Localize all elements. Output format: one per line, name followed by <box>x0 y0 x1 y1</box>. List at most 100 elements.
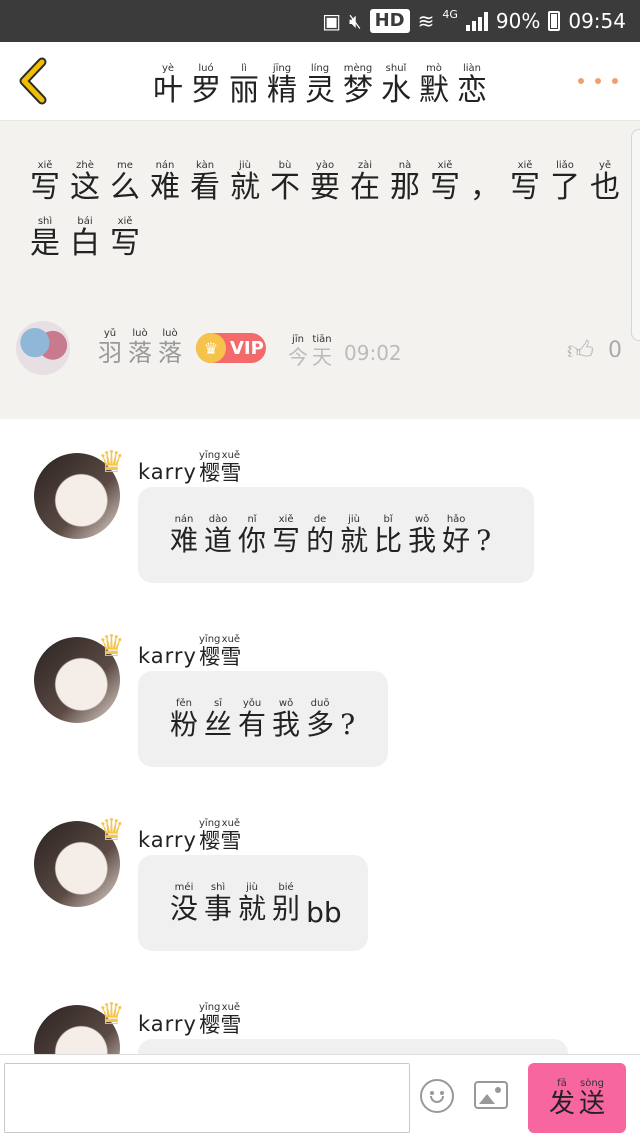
hanzi: 恋 <box>457 73 487 108</box>
hanzi: 不 <box>270 170 300 205</box>
image-icon[interactable] <box>474 1081 508 1109</box>
hanzi: 樱 <box>199 829 221 853</box>
hanzi: 就 <box>340 524 369 557</box>
status-bar: ▣ 🔇︎ HD ≋ 4G 90% 09:54 <box>0 0 640 42</box>
hanzi: 羽 <box>98 339 122 367</box>
ruby-char: jiù 就 <box>238 883 266 923</box>
hanzi: 梦 <box>343 73 373 108</box>
like-count: 0 <box>608 338 622 363</box>
commenter-name-latin: karry <box>138 1012 197 1036</box>
smiley-icon[interactable] <box>420 1079 454 1113</box>
hanzi: ， <box>470 170 500 205</box>
ruby-char: jīng 精 <box>267 64 297 106</box>
ruby-char: nǐ 你 <box>238 515 266 555</box>
commenter-name-latin: karry <box>138 460 197 484</box>
ruby-char: yīng 樱 <box>199 819 220 852</box>
hanzi: 多 <box>306 708 335 741</box>
ruby-char: jiù 就 <box>340 515 368 555</box>
ruby-char: xiě 写 <box>430 161 460 203</box>
page-title: yè 叶 luó 罗 lì 丽 jīng 精 líng 灵 mèng 梦 shuǐ 水 mò 默 liàn 恋 <box>100 42 540 120</box>
scrollbar[interactable] <box>631 129 640 341</box>
post-body: xiě 写 zhè 这 me 么 nán 难 kàn 看 jiù 就 bù 不 yào 要 zài 在 nà 那 xiě… <box>30 161 620 259</box>
hanzi: 丝 <box>204 708 233 741</box>
ruby-char: xiě 写 <box>30 161 60 203</box>
author-name[interactable]: yǔ 羽 luò 落 luò 落 <box>98 329 182 367</box>
ruby-char: bié 别 <box>272 883 300 923</box>
ruby-char: xuě 雪 <box>220 819 241 852</box>
ruby-char: me 么 <box>110 161 140 203</box>
hanzi: 好 <box>442 524 471 557</box>
hanzi: 叶 <box>153 73 183 108</box>
ruby-char: kàn 看 <box>190 161 220 203</box>
commenter-name-hanzi: yīng 樱 xuě 雪 <box>199 819 241 852</box>
hanzi: 写 <box>272 524 301 557</box>
more-dot <box>595 78 601 84</box>
hanzi: 落 <box>158 339 182 367</box>
crown-icon: ♛ <box>196 333 226 363</box>
send-button[interactable]: fā 发 sòng 送 <box>528 1063 626 1133</box>
hanzi: 了 <box>550 170 580 205</box>
commenter-name[interactable]: karry yīng 樱 xuě 雪 <box>138 451 241 485</box>
hanzi: 今 <box>288 345 308 369</box>
hanzi: 雪 <box>220 829 242 853</box>
hanzi: 罗 <box>191 73 221 108</box>
commenter-name-latin: karry <box>138 644 197 668</box>
ruby-char: zài 在 <box>350 161 380 203</box>
hanzi: 灵 <box>305 73 335 108</box>
hanzi: 樱 <box>199 645 221 669</box>
post-timestamp: jīn 今 tiān 天 09:02 <box>288 335 402 369</box>
like-button[interactable]: 👍︎ 0 <box>567 335 622 366</box>
crown-icon: ♛ <box>98 997 125 1032</box>
hanzi: 别 <box>272 892 301 925</box>
hanzi: 那 <box>390 170 420 205</box>
ruby-char: luò 落 <box>128 329 152 366</box>
hanzi: 就 <box>230 170 260 205</box>
commenter-name[interactable]: karry yīng 樱 xuě 雪 <box>138 635 241 669</box>
comment-text: nán 难 dào 道 nǐ 你 xiě 写 de 的 jiù 就 bǐ 比 wǒ 我 hǎo 好? <box>170 515 491 555</box>
back-button[interactable] <box>14 56 58 106</box>
ruby-char: yīng 樱 <box>199 1003 220 1036</box>
battery-percent: 90% <box>495 9 541 33</box>
post-time: 09:02 <box>344 341 402 365</box>
ruby-char: shì 事 <box>204 883 232 923</box>
ruby-char: xiě 写 <box>110 217 140 259</box>
ruby-char: xuě 雪 <box>220 451 241 484</box>
ruby-char: ? <box>340 699 355 739</box>
image-sun <box>495 1087 501 1093</box>
comment-suffix: bb <box>306 896 342 929</box>
chevron-left-icon <box>19 57 47 105</box>
hanzi: 在 <box>350 170 380 205</box>
ruby-char: nà 那 <box>390 161 420 203</box>
ruby-char: liàn 恋 <box>457 64 487 106</box>
hanzi: 也 <box>590 170 620 205</box>
vip-badge: ♛ VIP <box>196 333 266 363</box>
message-input[interactable] <box>4 1063 410 1133</box>
hanzi: 就 <box>238 892 267 925</box>
ruby-char: líng 灵 <box>305 64 335 106</box>
ruby-char: fā 发 <box>549 1079 575 1118</box>
commenter-name[interactable]: karry yīng 樱 xuě 雪 <box>138 1003 241 1037</box>
hanzi: 事 <box>204 892 233 925</box>
hanzi: 精 <box>267 73 297 108</box>
commenter-name[interactable]: karry yīng 樱 xuě 雪 <box>138 819 241 853</box>
ruby-char: bǐ 比 <box>374 515 402 555</box>
commenter-name-latin: karry <box>138 828 197 852</box>
author-avatar[interactable] <box>16 321 70 375</box>
thumbs-up-icon: 👍︎ <box>566 336 594 366</box>
battery-icon <box>548 11 561 31</box>
hanzi: 写 <box>30 170 60 205</box>
hanzi: 雪 <box>220 461 242 485</box>
hanzi: 道 <box>204 524 233 557</box>
ruby-char: yīng 樱 <box>199 635 220 668</box>
hanzi: 看 <box>190 170 220 205</box>
comment-bubble: fěn 粉 sī 丝 yǒu 有 wǒ 我 duō 多? <box>138 671 388 767</box>
hanzi: 没 <box>170 892 199 925</box>
commenter-name-hanzi: yīng 樱 xuě 雪 <box>199 451 241 484</box>
hanzi: 天 <box>312 345 332 369</box>
crown-icon: ♛ <box>98 445 125 480</box>
more-button[interactable] <box>578 66 618 96</box>
ruby-char: yě 也 <box>590 161 620 203</box>
hanzi: 难 <box>170 524 199 557</box>
ruby-char: bái 白 <box>70 217 100 259</box>
ruby-char: ， <box>470 161 500 203</box>
